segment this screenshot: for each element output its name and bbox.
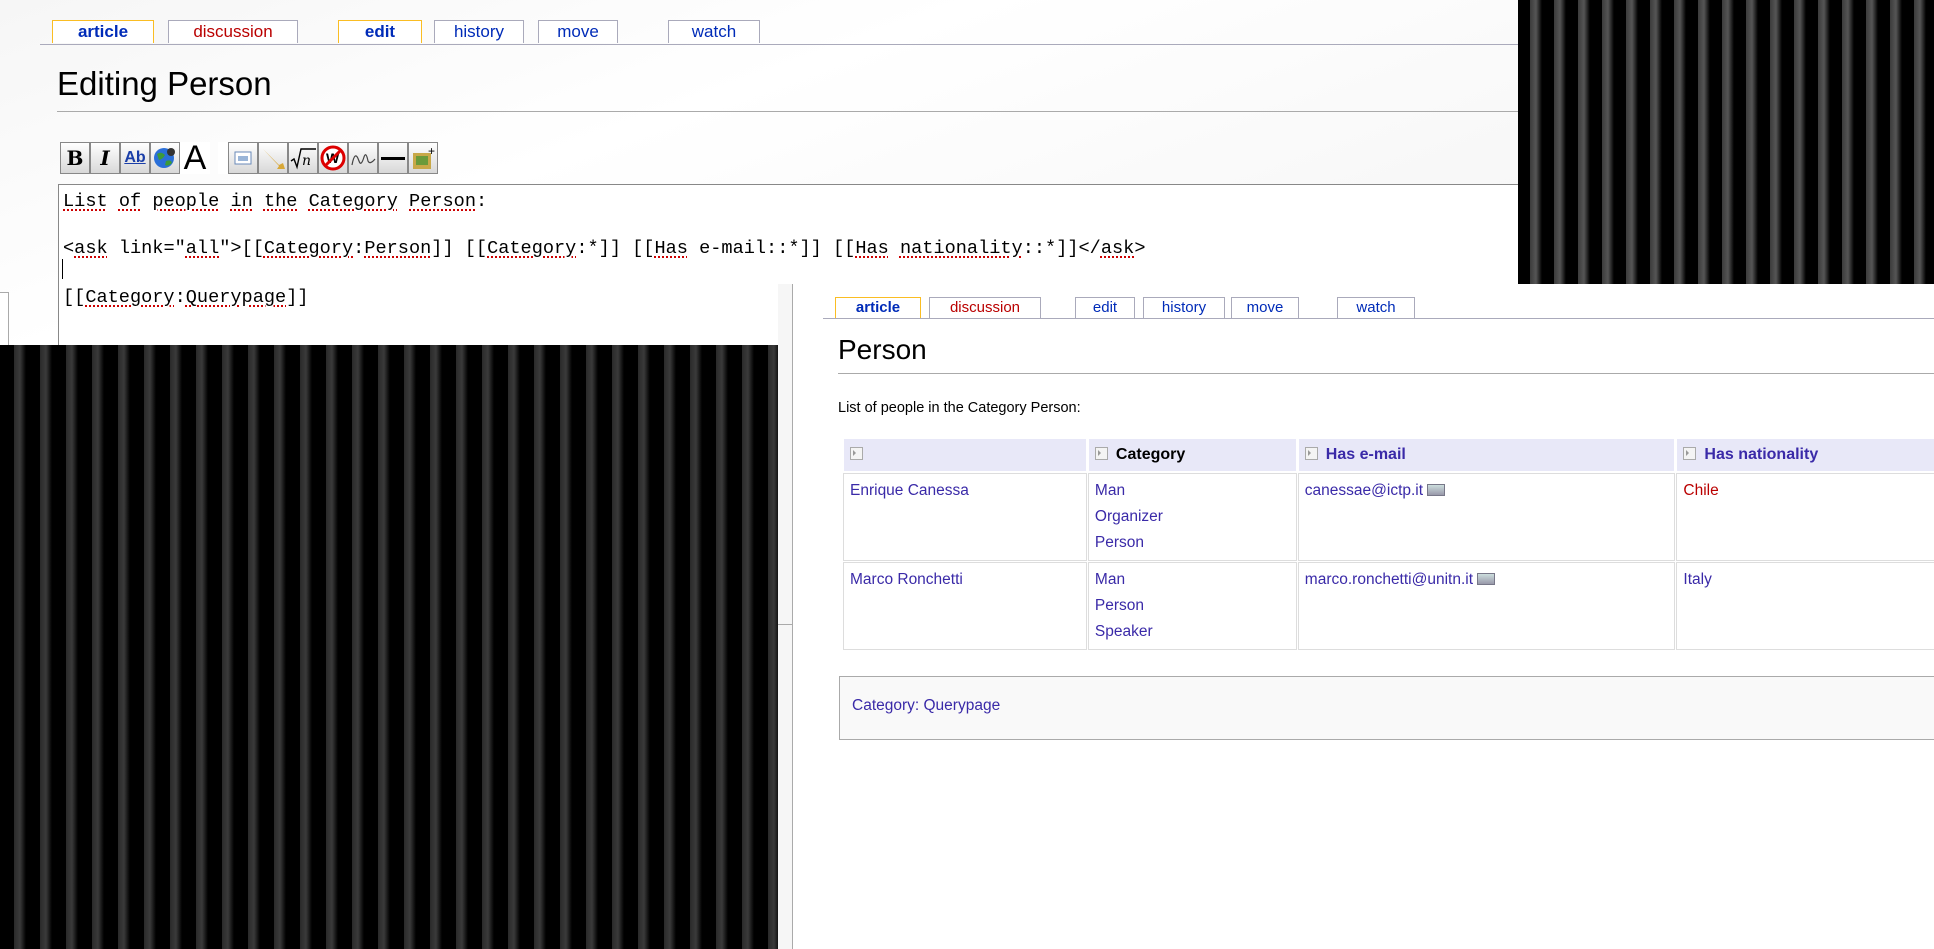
gallery-button[interactable]: +: [408, 142, 438, 174]
category-link[interactable]: Man: [1095, 478, 1290, 504]
svg-text:+: +: [428, 144, 435, 158]
hr-icon: [381, 157, 405, 160]
email-cell[interactable]: canessae@ictp.it: [1298, 474, 1675, 560]
category-link[interactable]: Person: [1095, 593, 1290, 619]
sidebar-edge: [0, 292, 9, 345]
tab-discussion[interactable]: discussion: [168, 20, 298, 43]
mail-icon: [1477, 573, 1496, 585]
title-divider: [838, 373, 1934, 374]
nationality-link[interactable]: Italy: [1677, 563, 1934, 649]
category-link[interactable]: Person: [1095, 530, 1290, 556]
text-cursor: [62, 259, 63, 279]
column-header-name[interactable]: [844, 439, 1086, 471]
column-header-nationality[interactable]: Has nationality: [1677, 439, 1934, 471]
sort-icon[interactable]: [1094, 447, 1108, 460]
tab-article[interactable]: article: [835, 297, 921, 318]
external-link-button[interactable]: [150, 142, 180, 174]
trumpet-icon: [263, 149, 285, 169]
email-cell[interactable]: marco.ronchetti@unitn.it: [1298, 563, 1675, 649]
result-window: article discussion edit history move wat…: [778, 284, 1934, 949]
person-link[interactable]: Marco Ronchetti: [844, 563, 1086, 649]
category-link[interactable]: Organizer: [1095, 504, 1290, 530]
table-row: Enrique Canessa Man Organizer Person can…: [844, 474, 1934, 560]
wikitext-line-2: <ask link="all">[[Category:Person]] [[Ca…: [63, 238, 1146, 259]
sort-icon[interactable]: [1683, 447, 1697, 460]
globe-icon: [154, 148, 175, 168]
table-header-row: Category Has e-mail Has nationality: [844, 439, 1934, 471]
nationality-link[interactable]: Chile: [1677, 474, 1934, 560]
wikitext-line-1: List of people in the Category Person:: [63, 191, 488, 212]
signature-button[interactable]: [348, 142, 378, 174]
gallery-icon: +: [413, 144, 435, 169]
italic-button[interactable]: I: [90, 142, 120, 174]
category-footer: Category: Querypage: [839, 676, 1934, 740]
tab-move[interactable]: move: [538, 20, 618, 43]
tab-move[interactable]: move: [1231, 297, 1299, 318]
bold-button[interactable]: B: [60, 142, 90, 174]
tab-edit[interactable]: edit: [338, 20, 422, 43]
sidebar-edge: [778, 624, 792, 949]
intro-text: List of people in the Category Person:: [838, 400, 1081, 416]
svg-text:n: n: [302, 153, 311, 169]
nowiki-button[interactable]: W: [318, 142, 348, 174]
internal-link-button[interactable]: Ab: [120, 142, 150, 174]
tab-edit[interactable]: edit: [1075, 297, 1135, 318]
result-page: article discussion edit history move wat…: [792, 284, 1934, 949]
tab-article[interactable]: article: [52, 20, 154, 43]
headline-button[interactable]: A: [180, 141, 210, 175]
sqrt-icon: n: [290, 148, 316, 170]
email-link[interactable]: canessae@ictp.it: [1305, 482, 1423, 499]
sort-icon[interactable]: [850, 447, 863, 460]
column-header-category[interactable]: Category: [1088, 439, 1296, 471]
email-link[interactable]: marco.ronchetti@unitn.it: [1305, 571, 1473, 588]
page-title: Editing Person: [57, 65, 272, 102]
query-results-table: Category Has e-mail Has nationality Enri…: [841, 436, 1934, 652]
category-link[interactable]: Speaker: [1095, 619, 1290, 645]
tab-history[interactable]: history: [434, 20, 524, 43]
tab-history[interactable]: history: [1143, 297, 1225, 318]
tab-discussion[interactable]: discussion: [929, 297, 1041, 318]
image-button[interactable]: [228, 142, 258, 174]
mail-icon: [1427, 484, 1446, 496]
title-divider: [57, 111, 1518, 112]
wikitext-line-3: [[Category:Querypage]]: [63, 287, 309, 308]
category-cell: Man Person Speaker: [1088, 563, 1296, 649]
media-button[interactable]: [258, 142, 288, 174]
math-button[interactable]: n: [288, 142, 318, 174]
no-wiki-icon: W: [320, 145, 346, 171]
signature-icon: [351, 154, 376, 166]
page-title: Person: [838, 334, 927, 365]
tab-underline: [40, 44, 1518, 45]
category-cell: Man Organizer Person: [1088, 474, 1296, 560]
person-link[interactable]: Enrique Canessa: [844, 474, 1086, 560]
tab-watch[interactable]: watch: [1337, 297, 1415, 318]
sort-icon[interactable]: [1304, 447, 1318, 460]
column-header-email[interactable]: Has e-mail: [1298, 439, 1675, 471]
category-link[interactable]: Man: [1095, 567, 1290, 593]
horizontal-line-button[interactable]: [378, 142, 408, 174]
image-icon: [234, 151, 252, 165]
category-footer-link[interactable]: Category: Querypage: [852, 697, 1000, 715]
table-row: Marco Ronchetti Man Person Speaker marco…: [844, 563, 1934, 649]
tab-underline: [823, 318, 1934, 319]
tab-watch[interactable]: watch: [668, 20, 760, 43]
